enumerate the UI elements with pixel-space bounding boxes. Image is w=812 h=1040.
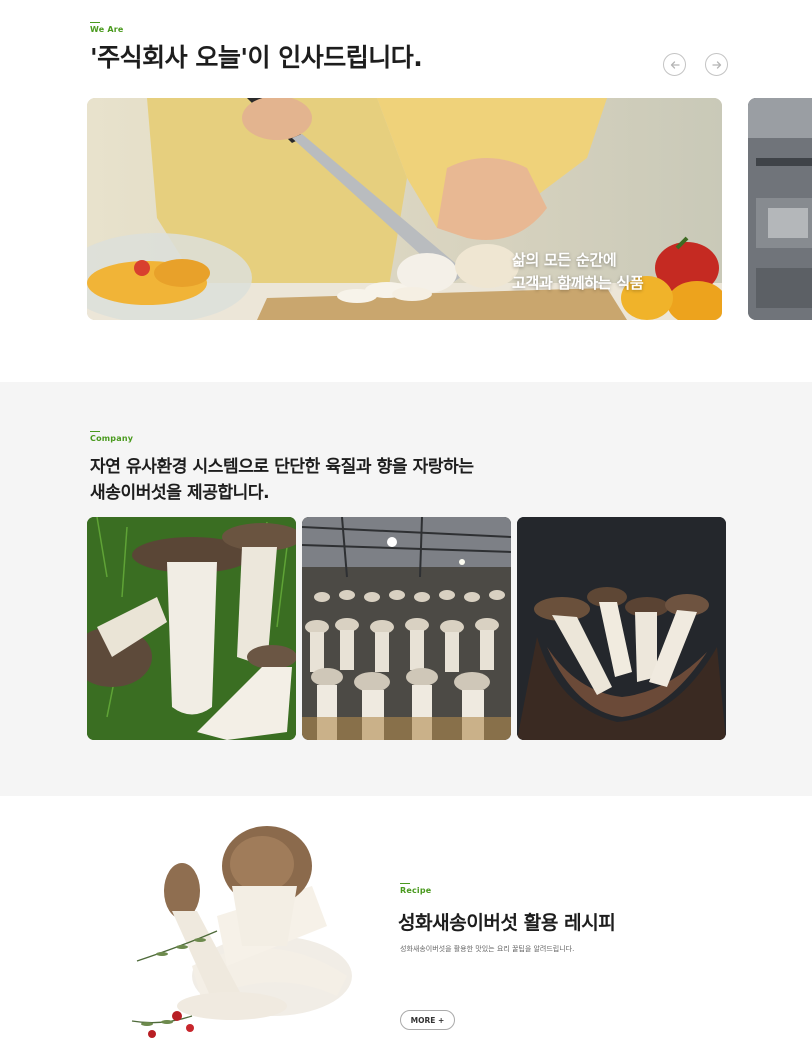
next-slide-image[interactable]: [748, 98, 812, 320]
hero-caption-line2: 고객과 함께하는 식품: [512, 274, 644, 292]
company-title-line1: 자연 유사환경 시스템으로 단단한 육질과 향을 자랑하는: [90, 457, 474, 477]
mushroom-grass-photo: [87, 517, 296, 740]
more-button[interactable]: MORE +: [400, 1010, 455, 1030]
recipe-section: Recipe 성화새송이버섯 활용 레시피 성화새송이버섯을 활용한 맛있는 요…: [0, 796, 812, 1040]
mushroom-farm-photo: [302, 517, 511, 740]
hero-caption-line1: 삶의 모든 순간에: [512, 251, 617, 269]
hero-slide-image[interactable]: 삶의 모든 순간에 고객과 함께하는 식품: [87, 98, 722, 320]
recipe-title: 성화새송이버섯 활용 레시피: [398, 912, 616, 934]
arrow-right-circle-icon: [711, 60, 721, 69]
slider-next-button[interactable]: [705, 53, 728, 76]
mushroom-hands-photo: [517, 517, 726, 740]
company-title: 자연 유사환경 시스템으로 단단한 육질과 향을 자랑하는 새송이버섯을 제공합…: [90, 454, 474, 506]
company-eyebrow: Company: [90, 431, 134, 443]
company-section: Company 자연 유사환경 시스템으로 단단한 육질과 향을 자랑하는 새송…: [0, 382, 812, 796]
factory-photo-illustration: [748, 98, 812, 320]
recipe-mushroom-image: [122, 816, 362, 1040]
recipe-eyebrow: Recipe: [400, 883, 432, 895]
hero-caption: 삶의 모든 순간에 고객과 함께하는 식품: [512, 249, 644, 295]
greeting-eyebrow: We Are: [90, 22, 124, 34]
greeting-section: We Are '주식회사 오늘'이 인사드립니다. 삶의 모든 순간에 고객과 …: [0, 0, 812, 382]
company-title-line2: 새송이버섯을 제공합니다.: [90, 483, 270, 503]
greeting-title: '주식회사 오늘'이 인사드립니다.: [90, 43, 423, 72]
arrow-left-circle-icon: [670, 60, 680, 69]
slider-prev-button[interactable]: [663, 53, 686, 76]
recipe-description: 성화새송이버섯을 활용한 맛있는 요리 꿀팁을 알려드립니다.: [400, 945, 575, 953]
